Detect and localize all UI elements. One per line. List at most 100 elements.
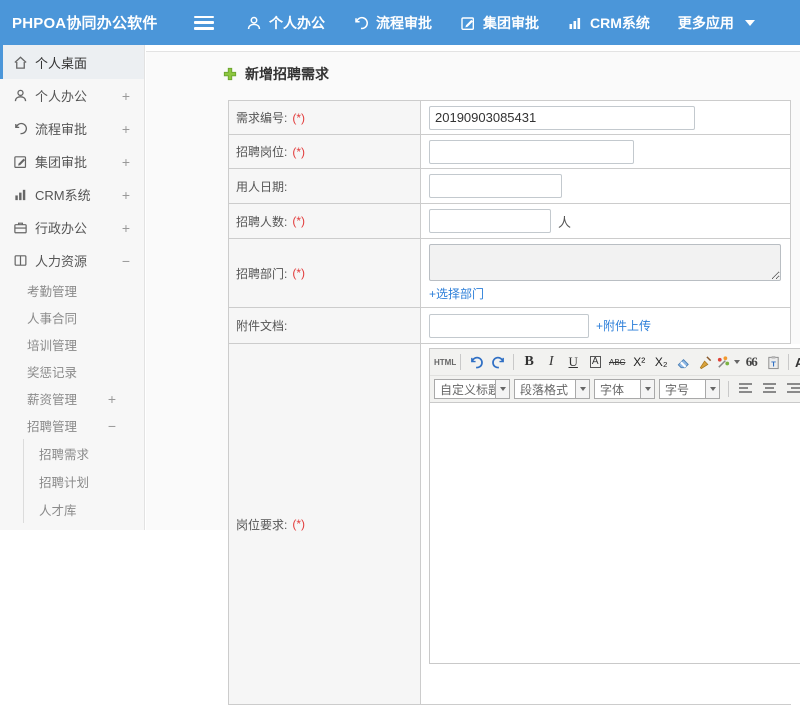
char-border-icon[interactable]: A [584, 352, 606, 372]
sidebar-item-label: 招聘计划 [39, 475, 90, 490]
collapse-minus-icon[interactable]: − [108, 419, 116, 433]
form-row-recruit-post: 招聘岗位: (*) [229, 135, 790, 169]
form-row-demand-code: 需求编号: (*) [229, 101, 790, 135]
app-logo: PHPOA协同办公软件 [12, 15, 158, 32]
sidebar-item-reward-punish[interactable]: 奖惩记录 [0, 358, 144, 385]
chart-icon [13, 187, 28, 202]
select-department-link[interactable]: +选择部门 [429, 285, 484, 302]
eraser-icon[interactable] [672, 352, 694, 372]
sidebar-item-group-approval[interactable]: 集团审批 + [0, 145, 144, 178]
editor-content-area[interactable] [430, 403, 800, 663]
sidebar-item-crm-system[interactable]: CRM系统 + [0, 178, 144, 211]
sidebar-item-label: CRM系统 [35, 188, 91, 203]
font-family-dropdown[interactable]: 字体 [594, 379, 655, 399]
expand-plus-icon[interactable]: + [122, 155, 130, 169]
add-plus-icon [223, 67, 237, 81]
recruit-department-textarea[interactable] [429, 244, 781, 281]
blockquote-icon[interactable]: 66 [740, 352, 762, 372]
editor-toolbar: HTML B I U A ABC X² X₂ 66 T A 自定义标题 段落格式… [430, 349, 800, 403]
attachment-input[interactable] [429, 313, 589, 338]
paragraph-format-dropdown[interactable]: 段落格式 [514, 379, 590, 399]
hire-date-input[interactable] [429, 174, 562, 198]
align-left-icon[interactable] [734, 379, 756, 399]
sidebar-item-personal-desktop[interactable]: 个人桌面 [0, 45, 144, 79]
collapse-minus-icon[interactable]: − [122, 254, 130, 268]
heading-style-dropdown[interactable]: 自定义标题 [434, 379, 510, 399]
nav-more-apps[interactable]: 更多应用 [678, 13, 755, 33]
expand-plus-icon[interactable]: + [122, 89, 130, 103]
sidebar: 个人桌面 个人办公 + 流程审批 + 集团审批 + CRM系统 + 行政办公 +… [0, 45, 145, 530]
sidebar-item-human-resources[interactable]: 人力资源 − [0, 244, 144, 277]
phpoa-app: { "colors":{"header_bg":"#4b96d9","link_… [0, 0, 800, 705]
bold-icon[interactable]: B [518, 352, 540, 372]
recruit-post-input[interactable] [429, 139, 634, 164]
required-mark: (*) [292, 214, 306, 228]
font-size-dropdown[interactable]: 字号 [659, 379, 720, 399]
sidebar-item-training-mgmt[interactable]: 培训管理 [0, 331, 144, 358]
superscript-icon[interactable]: X² [628, 352, 650, 372]
font-color-icon[interactable]: A [793, 352, 800, 372]
attachment-upload-link[interactable]: +附件上传 [596, 317, 651, 334]
subscript-icon[interactable]: X₂ [650, 352, 672, 372]
demand-code-input[interactable] [429, 105, 695, 130]
unit-suffix: 人 [558, 214, 572, 230]
sidebar-item-personal-office[interactable]: 个人办公 + [0, 79, 144, 112]
strikethrough-icon[interactable]: ABC [606, 352, 628, 372]
redo-icon[interactable] [487, 352, 509, 372]
sidebar-item-recruit-mgmt[interactable]: 招聘管理 − [0, 412, 144, 439]
recruit-demand-form: 需求编号: (*) 招聘岗位: (*) 用人日期: [228, 100, 800, 705]
sidebar-item-workflow-approval[interactable]: 流程审批 + [0, 112, 144, 145]
expand-plus-icon[interactable]: + [122, 221, 130, 235]
recruit-count-input[interactable] [429, 209, 551, 233]
align-right-icon[interactable] [782, 379, 800, 399]
nav-crm-system[interactable]: CRM系统 [567, 13, 650, 33]
nav-personal-office[interactable]: 个人办公 [246, 13, 325, 33]
form-row-hire-date: 用人日期: [229, 169, 790, 204]
expand-plus-icon[interactable]: + [122, 122, 130, 136]
expand-plus-icon[interactable]: + [108, 392, 116, 406]
sidebar-item-recruit-plan[interactable]: 招聘计划 [24, 467, 144, 495]
nav-label: 个人办公 [269, 14, 325, 31]
page-title: 新增招聘需求 [245, 66, 329, 82]
page-title-row: 新增招聘需求 [223, 65, 800, 83]
expand-plus-icon[interactable]: + [122, 188, 130, 202]
align-center-icon[interactable] [758, 379, 780, 399]
history-icon [13, 121, 28, 136]
user-icon [13, 88, 28, 103]
sidebar-item-attendance-mgmt[interactable]: 考勤管理 [0, 277, 144, 304]
undo-icon[interactable] [465, 352, 487, 372]
nav-group-approval[interactable]: 集团审批 [460, 13, 539, 33]
nav-label: CRM系统 [590, 14, 650, 31]
sidebar-item-label: 考勤管理 [27, 285, 78, 299]
sidebar-item-recruit-demand[interactable]: 招聘需求 [24, 439, 144, 467]
required-mark: (*) [292, 517, 306, 531]
svg-text:T: T [771, 359, 776, 368]
sidebar-item-label: 人事合同 [27, 312, 78, 326]
caret-down-icon [640, 380, 654, 398]
sidebar-item-label: 薪资管理 [27, 393, 78, 407]
required-mark: (*) [292, 266, 306, 280]
top-navigation: 个人办公 流程审批 集团审批 CRM系统 更多应用 [246, 13, 755, 33]
sidebar-item-label: 培训管理 [27, 339, 78, 353]
hamburger-menu-icon[interactable] [194, 15, 214, 30]
field-label: 招聘人数: (*) [229, 204, 421, 238]
content-top-divider [146, 45, 800, 52]
paste-word-icon[interactable]: T [762, 352, 784, 372]
sidebar-item-talent-pool[interactable]: 人才库 [24, 495, 144, 523]
italic-icon[interactable]: I [540, 352, 562, 372]
book-icon [13, 253, 28, 268]
sidebar-item-hr-contract[interactable]: 人事合同 [0, 304, 144, 331]
broom-icon[interactable] [694, 352, 716, 372]
palette-icon[interactable] [716, 352, 741, 372]
sidebar-item-label: 个人桌面 [35, 55, 88, 71]
sidebar-item-salary-mgmt[interactable]: 薪资管理 + [0, 385, 144, 412]
sidebar-item-label: 行政办公 [35, 221, 88, 236]
underline-icon[interactable]: U [562, 352, 584, 372]
required-mark: (*) [292, 144, 306, 159]
html-source-icon[interactable]: HTML [434, 352, 456, 372]
chart-icon [567, 15, 583, 31]
sidebar-item-admin-office[interactable]: 行政办公 + [0, 211, 144, 244]
nav-workflow-approval[interactable]: 流程审批 [353, 13, 432, 33]
form-row-recruit-department: 招聘部门: (*) +选择部门 [229, 239, 790, 308]
form-row-recruit-count: 招聘人数: (*) 人 [229, 204, 790, 239]
